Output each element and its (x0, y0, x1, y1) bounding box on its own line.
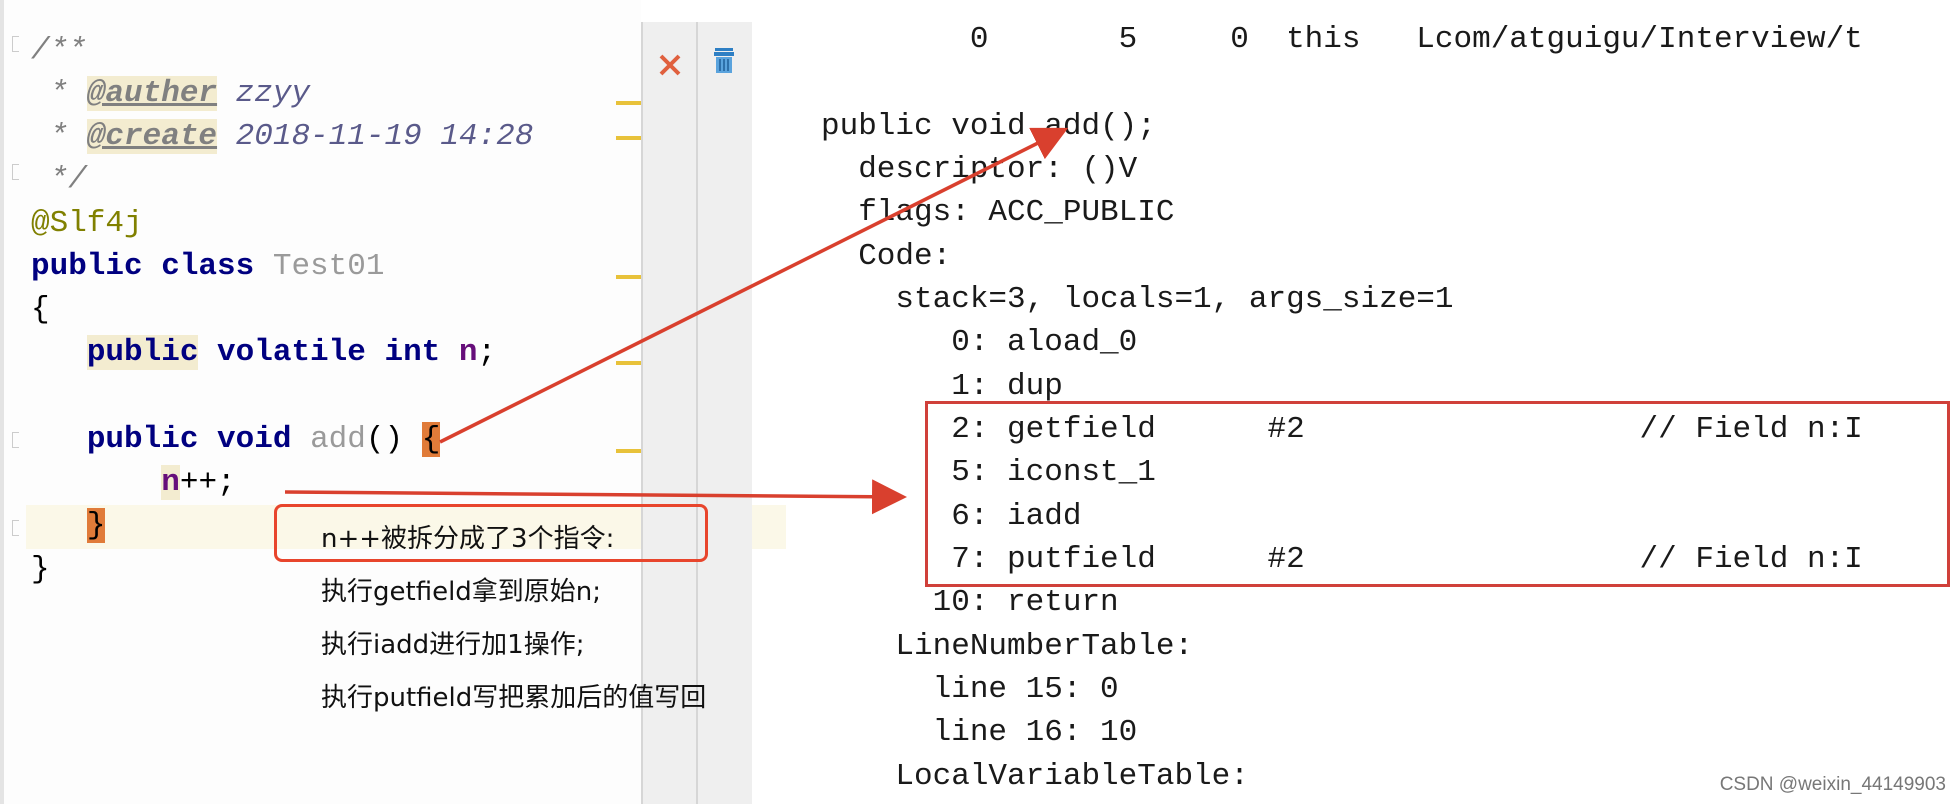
watermark: CSDN @weixin_44149903 (1719, 774, 1946, 795)
arrow-increment-to-instructions (284, 479, 907, 515)
annotation-arrows (284, 127, 1069, 515)
arrow-method-to-bytecode (439, 127, 1069, 444)
